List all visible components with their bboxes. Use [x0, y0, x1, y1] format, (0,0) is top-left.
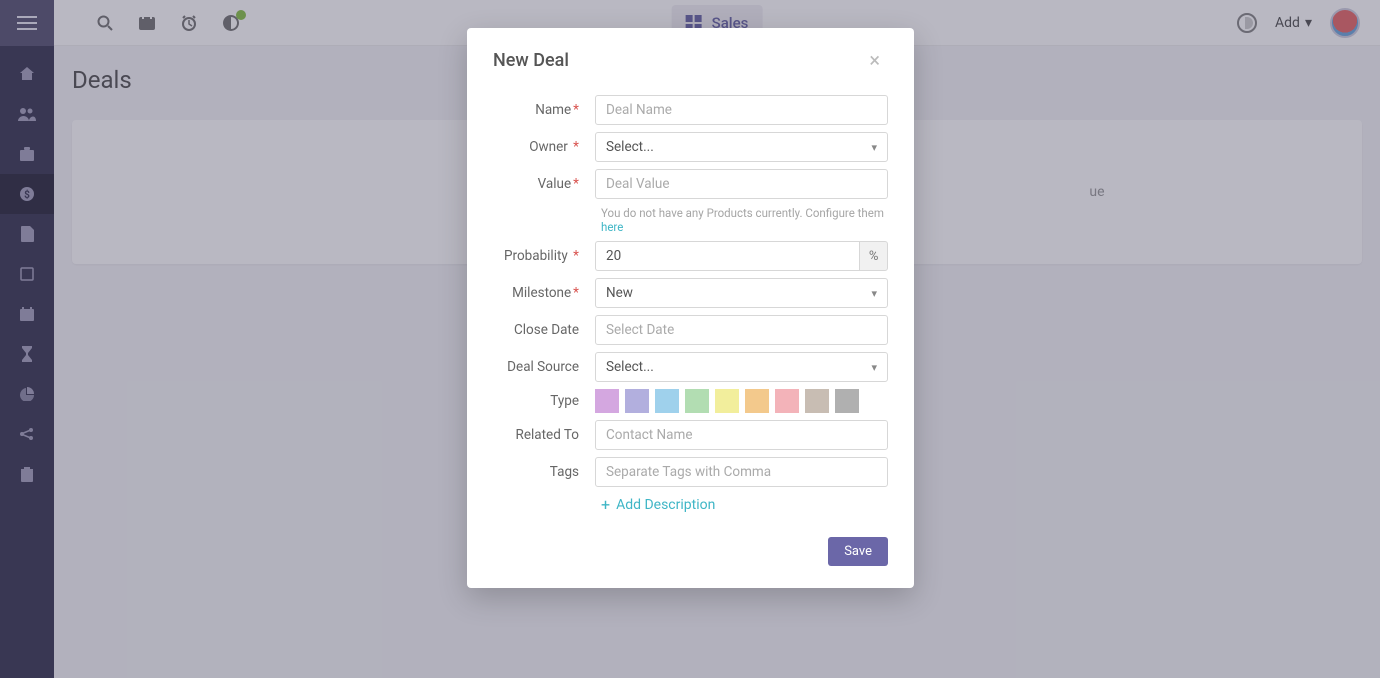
name-label: Name: [535, 102, 571, 118]
name-input[interactable]: [595, 95, 888, 125]
tags-label: Tags: [550, 464, 579, 480]
type-swatch-8[interactable]: [835, 389, 859, 413]
products-hint-text: You do not have any Products currently. …: [601, 206, 884, 220]
type-swatch-5[interactable]: [745, 389, 769, 413]
type-swatch-6[interactable]: [775, 389, 799, 413]
plus-icon: +: [601, 497, 610, 513]
type-swatch-2[interactable]: [655, 389, 679, 413]
required-marker: *: [573, 176, 579, 192]
chevron-down-icon: ▾: [871, 287, 877, 300]
probability-label: Probability: [504, 248, 568, 264]
add-description-label: Add Description: [616, 497, 715, 513]
close-date-input[interactable]: [595, 315, 888, 345]
close-button[interactable]: ×: [861, 46, 888, 74]
type-swatch-7[interactable]: [805, 389, 829, 413]
modal-body: Name* Owner * Select...▾ Value* You do n…: [467, 84, 914, 527]
value-label: Value: [538, 176, 572, 192]
milestone-label: Milestone: [512, 285, 571, 301]
probability-suffix: %: [859, 241, 888, 271]
type-swatch-1[interactable]: [625, 389, 649, 413]
required-marker: *: [573, 102, 579, 118]
modal-title: New Deal: [493, 50, 569, 71]
type-label: Type: [550, 393, 579, 409]
new-deal-modal: New Deal × Name* Owner * Select...▾ Valu…: [467, 28, 914, 588]
modal-header: New Deal ×: [467, 28, 914, 84]
milestone-select[interactable]: New ▾: [595, 278, 888, 308]
chevron-down-icon: ▾: [871, 361, 877, 374]
owner-select[interactable]: Select... ▾: [595, 132, 888, 162]
type-swatch-3[interactable]: [685, 389, 709, 413]
owner-label: Owner: [529, 139, 568, 155]
value-input[interactable]: [595, 169, 888, 199]
required-marker: *: [573, 248, 579, 264]
related-to-input[interactable]: [595, 420, 888, 450]
type-swatch-4[interactable]: [715, 389, 739, 413]
modal-footer: Save: [467, 527, 914, 588]
probability-input[interactable]: [595, 241, 859, 271]
tags-input[interactable]: [595, 457, 888, 487]
required-marker: *: [573, 285, 579, 301]
chevron-down-icon: ▾: [871, 141, 877, 154]
owner-selected: Select...: [606, 139, 654, 155]
related-to-label: Related To: [516, 427, 579, 443]
deal-source-selected: Select...: [606, 359, 654, 375]
products-config-link[interactable]: here: [601, 220, 623, 234]
products-hint: You do not have any Products currently. …: [601, 206, 888, 234]
required-marker: *: [573, 139, 579, 155]
add-description-button[interactable]: + Add Description: [601, 497, 888, 513]
close-date-label: Close Date: [514, 322, 579, 338]
deal-source-label: Deal Source: [507, 359, 579, 375]
save-button[interactable]: Save: [828, 537, 888, 566]
type-swatches: [595, 389, 888, 413]
deal-source-select[interactable]: Select... ▾: [595, 352, 888, 382]
type-swatch-0[interactable]: [595, 389, 619, 413]
milestone-selected: New: [606, 285, 633, 301]
